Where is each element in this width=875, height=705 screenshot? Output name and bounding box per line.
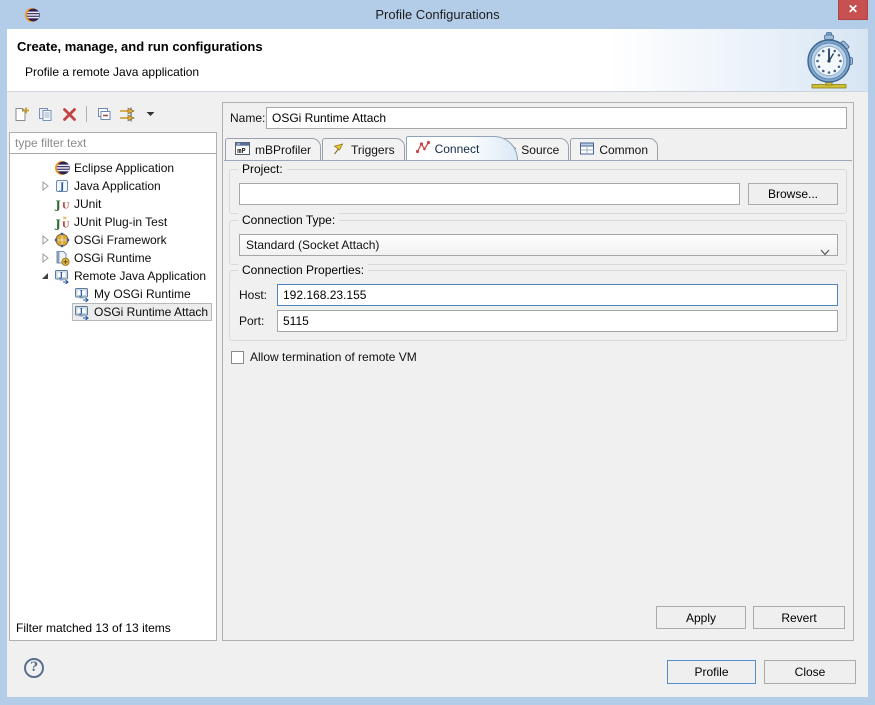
- connection-type-select[interactable]: Standard (Socket Attach): [239, 234, 838, 256]
- connection-type-legend: Connection Type:: [238, 213, 340, 227]
- browse-button[interactable]: Browse...: [748, 183, 838, 205]
- name-label: Name:: [230, 111, 266, 125]
- allow-termination-row: Allow termination of remote VM: [231, 350, 853, 364]
- expander-none: [58, 305, 72, 319]
- tab-label: Triggers: [351, 142, 395, 157]
- junit-icon: J U: [54, 196, 71, 212]
- connection-type-group: Connection Type: Standard (Socket Attach…: [229, 213, 847, 265]
- configurations-toolbar: [12, 103, 159, 125]
- tab-bar: mP mBProfiler Triggers Connect Source Co…: [224, 136, 852, 161]
- svg-text:J: J: [79, 289, 83, 297]
- tree-item-remote-java-application[interactable]: J Remote Java Application: [10, 267, 216, 285]
- collapse-all-button[interactable]: [95, 105, 113, 123]
- remote-java-application-icon: J: [74, 304, 90, 320]
- stopwatch-icon: [800, 32, 858, 93]
- tab-label: mBProfiler: [255, 142, 312, 157]
- expander-none: [38, 161, 52, 175]
- configuration-editor-panel: Name: mP mBProfiler: [222, 102, 854, 641]
- remote-java-application-icon: J: [54, 268, 70, 284]
- tab-mbprofiler[interactable]: mP mBProfiler: [225, 138, 322, 160]
- port-input[interactable]: [277, 310, 838, 332]
- window-title: Profile Configurations: [375, 7, 500, 22]
- osgi-runtime-icon: [54, 250, 70, 266]
- new-configuration-button[interactable]: [12, 105, 30, 123]
- tab-label: Source: [521, 142, 560, 157]
- eclipse-icon: [54, 160, 70, 176]
- expander-none: [38, 197, 52, 211]
- tree-item-my-osgi-runtime[interactable]: J My OSGi Runtime: [10, 285, 216, 303]
- help-button[interactable]: ?: [24, 658, 44, 678]
- delete-configuration-button[interactable]: [60, 105, 78, 123]
- header-title: Create, manage, and run configurations: [17, 39, 263, 54]
- host-input[interactable]: [277, 284, 838, 306]
- duplicate-configuration-button[interactable]: [36, 105, 54, 123]
- selected-tree-item-highlight: J OSGi Runtime Attach: [72, 303, 213, 321]
- tree-item-osgi-runtime[interactable]: OSGi Runtime: [10, 249, 216, 267]
- svg-text:J: J: [55, 199, 61, 212]
- expander-collapsed-icon[interactable]: [38, 251, 52, 265]
- tree-item-junit[interactable]: J U JUnit: [10, 195, 216, 213]
- svg-text:J: J: [55, 218, 61, 231]
- tree-item-osgi-runtime-attach[interactable]: J OSGi Runtime Attach: [10, 303, 216, 321]
- tab-triggers[interactable]: Triggers: [322, 138, 405, 160]
- apply-button[interactable]: Apply: [656, 606, 746, 629]
- expander-expanded-icon[interactable]: [38, 269, 52, 283]
- tab-connect[interactable]: Connect: [405, 136, 519, 160]
- host-label: Host:: [239, 288, 268, 302]
- name-row: Name:: [223, 103, 853, 133]
- junit-plugin-test-icon: J U »: [54, 214, 71, 231]
- svg-text:J: J: [79, 307, 83, 315]
- connect-icon: [415, 140, 430, 157]
- svg-text:J: J: [59, 271, 63, 279]
- connect-tab-content: Project: Browse... Connection Type: Stan…: [223, 161, 853, 640]
- common-icon: [580, 142, 595, 158]
- osgi-framework-icon: [54, 232, 70, 248]
- titlebar[interactable]: Profile Configurations ✕: [0, 0, 875, 29]
- configurations-tree: Eclipse Application J Java Application J…: [10, 159, 216, 321]
- tree-item-osgi-framework[interactable]: OSGi Framework: [10, 231, 216, 249]
- tab-label: Common: [599, 142, 649, 157]
- profile-configurations-dialog: Profile Configurations ✕ Create, manage,…: [0, 0, 875, 705]
- allow-termination-checkbox[interactable]: [231, 350, 244, 364]
- port-label: Port:: [239, 314, 265, 328]
- allow-termination-label: Allow termination of remote VM: [250, 350, 417, 364]
- filter-status-label: Filter matched 13 of 13 items: [16, 621, 171, 635]
- expander-none: [38, 215, 52, 229]
- remote-java-application-icon: J: [74, 286, 90, 302]
- expander-collapsed-icon[interactable]: [38, 179, 52, 193]
- tree-item-junit-plugin-test[interactable]: J U » JUnit Plug-in Test: [10, 213, 216, 231]
- dialog-header: Create, manage, and run configurations P…: [7, 29, 868, 92]
- connection-type-value: Standard (Socket Attach): [246, 238, 380, 252]
- svg-text:J: J: [59, 183, 64, 193]
- mbprofiler-icon: mP: [235, 141, 250, 158]
- tree-item-java-application[interactable]: J Java Application: [10, 177, 216, 195]
- name-input[interactable]: [266, 107, 847, 129]
- chevron-down-icon: [820, 242, 830, 262]
- tab-label: Connect: [434, 141, 480, 156]
- close-button[interactable]: Close: [764, 660, 856, 684]
- tree-item-eclipse-application[interactable]: Eclipse Application: [10, 159, 216, 177]
- profile-button[interactable]: Profile: [667, 660, 756, 684]
- triggers-icon: [332, 141, 346, 158]
- configurations-tree-panel: Eclipse Application J Java Application: [9, 132, 217, 641]
- project-group-legend: Project:: [238, 162, 287, 176]
- java-application-icon: J: [54, 178, 70, 194]
- view-menu-button[interactable]: [141, 105, 159, 123]
- expander-none: [58, 287, 72, 301]
- project-input[interactable]: [239, 183, 740, 205]
- expander-collapsed-icon[interactable]: [38, 233, 52, 247]
- svg-text:mP: mP: [237, 146, 245, 154]
- window-close-button[interactable]: ✕: [838, 0, 868, 20]
- header-subtitle: Profile a remote Java application: [25, 65, 200, 79]
- project-group: Project: Browse...: [229, 162, 847, 214]
- connection-properties-legend: Connection Properties:: [238, 263, 369, 277]
- svg-text:»: »: [63, 214, 68, 222]
- tab-common[interactable]: Common: [570, 138, 659, 160]
- filter-input[interactable]: [10, 133, 216, 154]
- connection-properties-group: Connection Properties: Host: Port:: [229, 263, 847, 341]
- filter-configurations-button[interactable]: [119, 105, 137, 123]
- revert-button[interactable]: Revert: [753, 606, 845, 629]
- toolbar-separator: [86, 106, 87, 122]
- svg-text:U: U: [62, 202, 70, 212]
